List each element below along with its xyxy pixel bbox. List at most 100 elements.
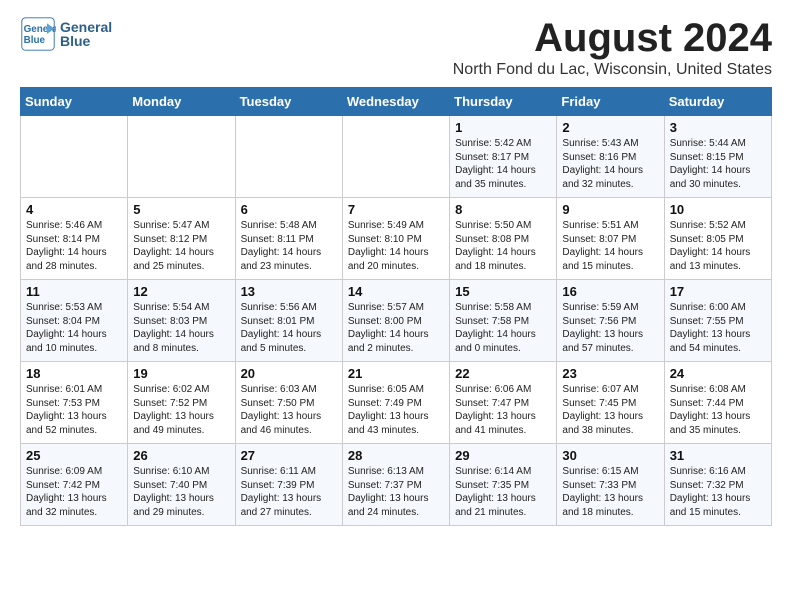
weekday-header-row: SundayMondayTuesdayWednesdayThursdayFrid… xyxy=(21,88,772,116)
calendar-cell: 26 Sunrise: 6:10 AM Sunset: 7:40 PM Dayli… xyxy=(128,444,235,526)
cell-content: Sunrise: 5:51 AM Sunset: 8:07 PM Dayligh… xyxy=(562,219,658,273)
day-number: 30 xyxy=(562,448,658,463)
day-number: 26 xyxy=(133,448,229,463)
weekday-header-wednesday: Wednesday xyxy=(342,88,449,116)
calendar-cell: 27Sunrise: 6:11 AM Sunset: 7:39 PM Dayli… xyxy=(235,444,342,526)
calendar-cell: 22 Sunrise: 6:06 AM Sunset: 7:47 PM Dayli… xyxy=(450,362,557,444)
cell-content: Sunrise: 5:54 AM Sunset: 8:03 PM Dayligh… xyxy=(133,301,229,355)
day-number: 15 xyxy=(455,284,551,299)
day-number: 6 xyxy=(241,202,337,217)
weekday-header-monday: Monday xyxy=(128,88,235,116)
cell-content: Sunrise: 5:49 AM Sunset: 8:10 PM Dayligh… xyxy=(348,219,444,273)
cell-content: Sunrise: 5:57 AM Sunset: 8:00 PM Dayligh… xyxy=(348,301,444,355)
day-number: 24 xyxy=(670,366,766,381)
calendar-cell: 31 Sunrise: 6:16 AM Sunset: 7:32 PM Dayli… xyxy=(664,444,771,526)
day-number: 28 xyxy=(348,448,444,463)
calendar-cell: 25Sunrise: 6:09 AM Sunset: 7:42 PM Dayli… xyxy=(21,444,128,526)
cell-content: Sunrise: 6:06 AM Sunset: 7:47 PM Dayligh… xyxy=(455,383,551,437)
svg-text:Blue: Blue xyxy=(24,35,46,46)
cell-content: Sunrise: 5:53 AM Sunset: 8:04 PM Dayligh… xyxy=(26,301,122,355)
cell-content: Sunrise: 6:14 AM Sunset: 7:35 PM Dayligh… xyxy=(455,465,551,519)
day-number: 8 xyxy=(455,202,551,217)
calendar-cell: 7 Sunrise: 5:49 AM Sunset: 8:10 PM Daylig… xyxy=(342,198,449,280)
calendar-cell: 6 Sunrise: 5:48 AM Sunset: 8:11 PM Daylig… xyxy=(235,198,342,280)
title-area: August 2024 North Fond du Lac, Wisconsin… xyxy=(453,16,772,79)
calendar-table: SundayMondayTuesdayWednesdayThursdayFrid… xyxy=(20,87,772,526)
cell-content: Sunrise: 6:00 AM Sunset: 7:55 PM Dayligh… xyxy=(670,301,766,355)
calendar-cell xyxy=(342,116,449,198)
day-number: 31 xyxy=(670,448,766,463)
cell-content: Sunrise: 5:52 AM Sunset: 8:05 PM Dayligh… xyxy=(670,219,766,273)
calendar-cell: 30 Sunrise: 6:15 AM Sunset: 7:33 PM Dayli… xyxy=(557,444,664,526)
calendar-cell: 17Sunrise: 6:00 AM Sunset: 7:55 PM Dayli… xyxy=(664,280,771,362)
day-number: 1 xyxy=(455,120,551,135)
calendar-week-4: 18 Sunrise: 6:01 AM Sunset: 7:53 PM Dayli… xyxy=(21,362,772,444)
calendar-body: 1 Sunrise: 5:42 AM Sunset: 8:17 PM Daylig… xyxy=(21,116,772,526)
cell-content: Sunrise: 6:09 AM Sunset: 7:42 PM Dayligh… xyxy=(26,465,122,519)
calendar-cell: 21Sunrise: 6:05 AM Sunset: 7:49 PM Dayli… xyxy=(342,362,449,444)
cell-content: Sunrise: 6:16 AM Sunset: 7:32 PM Dayligh… xyxy=(670,465,766,519)
cell-content: Sunrise: 5:58 AM Sunset: 7:58 PM Dayligh… xyxy=(455,301,551,355)
calendar-cell xyxy=(21,116,128,198)
day-number: 7 xyxy=(348,202,444,217)
calendar-cell: 1 Sunrise: 5:42 AM Sunset: 8:17 PM Daylig… xyxy=(450,116,557,198)
weekday-header-tuesday: Tuesday xyxy=(235,88,342,116)
cell-content: Sunrise: 6:05 AM Sunset: 7:49 PM Dayligh… xyxy=(348,383,444,437)
location-subtitle: North Fond du Lac, Wisconsin, United Sta… xyxy=(453,61,772,79)
cell-content: Sunrise: 6:02 AM Sunset: 7:52 PM Dayligh… xyxy=(133,383,229,437)
cell-content: Sunrise: 6:13 AM Sunset: 7:37 PM Dayligh… xyxy=(348,465,444,519)
cell-content: Sunrise: 5:48 AM Sunset: 8:11 PM Dayligh… xyxy=(241,219,337,273)
day-number: 11 xyxy=(26,284,122,299)
day-number: 3 xyxy=(670,120,766,135)
month-year-title: August 2024 xyxy=(453,16,772,61)
weekday-header-saturday: Saturday xyxy=(664,88,771,116)
day-number: 22 xyxy=(455,366,551,381)
cell-content: Sunrise: 6:11 AM Sunset: 7:39 PM Dayligh… xyxy=(241,465,337,519)
calendar-cell: 23Sunrise: 6:07 AM Sunset: 7:45 PM Dayli… xyxy=(557,362,664,444)
cell-content: Sunrise: 6:15 AM Sunset: 7:33 PM Dayligh… xyxy=(562,465,658,519)
logo-icon: General Blue xyxy=(20,16,56,52)
cell-content: Sunrise: 6:10 AM Sunset: 7:40 PM Dayligh… xyxy=(133,465,229,519)
calendar-cell xyxy=(128,116,235,198)
day-number: 9 xyxy=(562,202,658,217)
day-number: 10 xyxy=(670,202,766,217)
day-number: 5 xyxy=(133,202,229,217)
calendar-week-3: 11 Sunrise: 5:53 AM Sunset: 8:04 PM Dayli… xyxy=(21,280,772,362)
calendar-cell: 9 Sunrise: 5:51 AM Sunset: 8:07 PM Daylig… xyxy=(557,198,664,280)
day-number: 29 xyxy=(455,448,551,463)
cell-content: Sunrise: 6:07 AM Sunset: 7:45 PM Dayligh… xyxy=(562,383,658,437)
calendar-cell: 24 Sunrise: 6:08 AM Sunset: 7:44 PM Dayli… xyxy=(664,362,771,444)
calendar-cell: 19 Sunrise: 6:02 AM Sunset: 7:52 PM Dayli… xyxy=(128,362,235,444)
calendar-week-5: 25Sunrise: 6:09 AM Sunset: 7:42 PM Dayli… xyxy=(21,444,772,526)
calendar-header: SundayMondayTuesdayWednesdayThursdayFrid… xyxy=(21,88,772,116)
cell-content: Sunrise: 5:56 AM Sunset: 8:01 PM Dayligh… xyxy=(241,301,337,355)
cell-content: Sunrise: 5:44 AM Sunset: 8:15 PM Dayligh… xyxy=(670,137,766,191)
cell-content: Sunrise: 6:08 AM Sunset: 7:44 PM Dayligh… xyxy=(670,383,766,437)
cell-content: Sunrise: 5:46 AM Sunset: 8:14 PM Dayligh… xyxy=(26,219,122,273)
day-number: 16 xyxy=(562,284,658,299)
calendar-cell: 28 Sunrise: 6:13 AM Sunset: 7:37 PM Dayli… xyxy=(342,444,449,526)
page-header: General Blue General Blue August 2024 No… xyxy=(20,16,772,79)
cell-content: Sunrise: 5:47 AM Sunset: 8:12 PM Dayligh… xyxy=(133,219,229,273)
calendar-cell: 3 Sunrise: 5:44 AM Sunset: 8:15 PM Daylig… xyxy=(664,116,771,198)
calendar-cell: 16Sunrise: 5:59 AM Sunset: 7:56 PM Dayli… xyxy=(557,280,664,362)
cell-content: Sunrise: 5:42 AM Sunset: 8:17 PM Dayligh… xyxy=(455,137,551,191)
calendar-cell: 4 Sunrise: 5:46 AM Sunset: 8:14 PM Daylig… xyxy=(21,198,128,280)
day-number: 13 xyxy=(241,284,337,299)
calendar-cell: 8 Sunrise: 5:50 AM Sunset: 8:08 PM Daylig… xyxy=(450,198,557,280)
cell-content: Sunrise: 5:50 AM Sunset: 8:08 PM Dayligh… xyxy=(455,219,551,273)
cell-content: Sunrise: 6:01 AM Sunset: 7:53 PM Dayligh… xyxy=(26,383,122,437)
weekday-header-thursday: Thursday xyxy=(450,88,557,116)
calendar-cell: 10 Sunrise: 5:52 AM Sunset: 8:05 PM Dayli… xyxy=(664,198,771,280)
cell-content: Sunrise: 5:43 AM Sunset: 8:16 PM Dayligh… xyxy=(562,137,658,191)
calendar-cell: 12Sunrise: 5:54 AM Sunset: 8:03 PM Dayli… xyxy=(128,280,235,362)
calendar-cell: 14Sunrise: 5:57 AM Sunset: 8:00 PM Dayli… xyxy=(342,280,449,362)
day-number: 19 xyxy=(133,366,229,381)
day-number: 4 xyxy=(26,202,122,217)
weekday-header-friday: Friday xyxy=(557,88,664,116)
day-number: 18 xyxy=(26,366,122,381)
calendar-cell: 29 Sunrise: 6:14 AM Sunset: 7:35 PM Dayli… xyxy=(450,444,557,526)
calendar-cell: 2Sunrise: 5:43 AM Sunset: 8:16 PM Daylig… xyxy=(557,116,664,198)
logo: General Blue General Blue xyxy=(20,16,112,52)
calendar-cell: 11 Sunrise: 5:53 AM Sunset: 8:04 PM Dayli… xyxy=(21,280,128,362)
